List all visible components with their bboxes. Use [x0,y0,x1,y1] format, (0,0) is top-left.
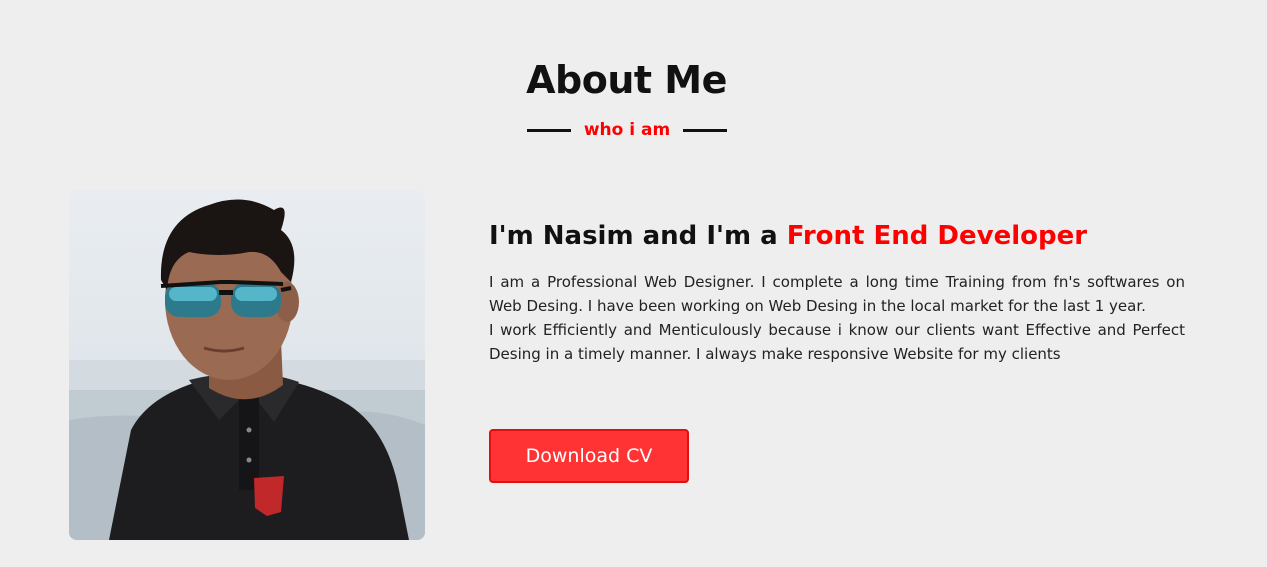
section-subtitle-row: who i am [527,116,727,144]
headline-prefix: I'm Nasim and I'm a [489,221,787,251]
headline-role: Front End Developer [786,221,1088,251]
intro-headline: I'm Nasim and I'm a Front End Developer [489,221,1087,251]
download-cv-button[interactable]: Download CV [489,429,689,483]
subtitle-divider-left [527,128,571,132]
about-section: About Me who i am I'm Nasim and I'm a Fr… [0,0,1267,567]
bio-paragraph-2: I work Efficiently and Menticulously bec… [489,321,1185,363]
subtitle-divider-right [683,128,727,132]
section-title: About Me [526,58,727,102]
bio-paragraph-1: I am a Professional Web Designer. I comp… [489,273,1185,315]
section-subtitle: who i am [583,120,671,140]
bio-text: I am a Professional Web Designer. I comp… [489,270,1185,366]
profile-photo-illustration [69,199,425,540]
profile-photo [69,190,425,540]
